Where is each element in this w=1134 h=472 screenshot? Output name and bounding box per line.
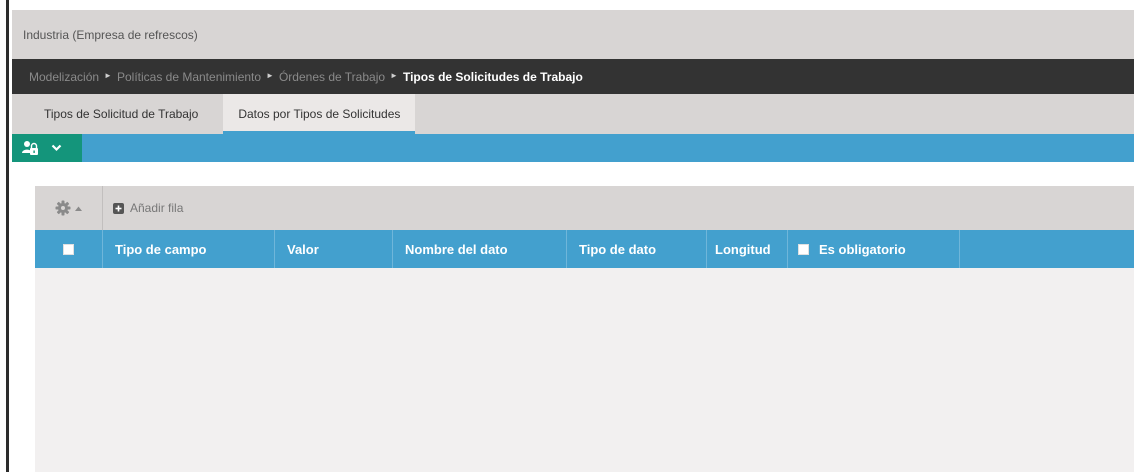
breadcrumb: Modelización ► Políticas de Mantenimient… (12, 59, 1134, 94)
column-header-tipo-de-campo[interactable]: Tipo de campo (103, 230, 275, 268)
column-header-label: Nombre del dato (405, 241, 508, 257)
add-row-label: Añadir fila (130, 201, 184, 215)
select-all-checkbox[interactable] (63, 243, 74, 255)
tab-label: Tipos de Solicitud de Trabajo (44, 107, 199, 121)
breadcrumb-item-modelizacion[interactable]: Modelización (29, 70, 99, 84)
breadcrumb-separator-icon: ► (390, 71, 398, 80)
column-header-valor[interactable]: Valor (275, 230, 393, 268)
select-all-cell (35, 230, 103, 268)
app-window: Industria (Empresa de refrescos) Modeliz… (12, 10, 1134, 472)
grid-toolbar: Añadir fila (35, 186, 1134, 230)
grid-body (35, 268, 1134, 472)
app-title-bar: Industria (Empresa de refrescos) (12, 10, 1134, 59)
breadcrumb-item-politicas[interactable]: Políticas de Mantenimiento (117, 70, 261, 84)
column-header-es-obligatorio[interactable]: Es obligatorio (788, 230, 960, 268)
data-grid: Añadir fila Tipo de campo Valor Nombre d… (35, 186, 1134, 472)
column-header-nombre-del-dato[interactable]: Nombre del dato (393, 230, 567, 268)
grid-header-row: Tipo de campo Valor Nombre del dato Tipo… (35, 230, 1134, 268)
column-header-filler (960, 230, 1134, 268)
add-row-button[interactable]: Añadir fila (103, 201, 183, 215)
action-bar (12, 134, 1134, 162)
column-header-label: Es obligatorio (819, 241, 906, 257)
plus-square-icon (113, 202, 124, 214)
company-title: Industria (Empresa de refrescos) (23, 27, 198, 42)
gear-icon (55, 200, 71, 216)
left-window-edge (0, 0, 9, 472)
breadcrumb-separator-icon: ► (266, 71, 274, 80)
caret-up-icon (75, 206, 82, 211)
column-header-tipo-de-dato[interactable]: Tipo de dato (567, 230, 707, 268)
breadcrumb-separator-icon: ► (104, 71, 112, 80)
column-header-longitud[interactable]: Longitud (707, 230, 788, 268)
column-header-label: Tipo de dato (579, 241, 657, 257)
es-obligatorio-checkbox[interactable] (798, 243, 809, 255)
tab-datos-por-tipos[interactable]: Datos por Tipos de Solicitudes (223, 94, 416, 134)
actions-dropdown-button[interactable] (12, 134, 82, 162)
tab-bar: Tipos de Solicitud de Trabajo Datos por … (12, 94, 1134, 134)
tab-tipos-de-solicitud[interactable]: Tipos de Solicitud de Trabajo (29, 94, 213, 134)
breadcrumb-current: Tipos de Solicitudes de Trabajo (402, 69, 583, 84)
chevron-down-icon (51, 144, 62, 152)
column-header-label: Tipo de campo (115, 241, 207, 257)
shared-lock-icon (22, 141, 38, 155)
grid-settings-button[interactable] (35, 186, 103, 230)
column-header-label: Valor (287, 241, 319, 257)
main-content: Añadir fila Tipo de campo Valor Nombre d… (12, 162, 1134, 472)
breadcrumb-item-ordenes[interactable]: Órdenes de Trabajo (279, 70, 385, 84)
tab-label: Datos por Tipos de Solicitudes (238, 107, 401, 121)
column-header-label: Longitud (715, 241, 771, 257)
